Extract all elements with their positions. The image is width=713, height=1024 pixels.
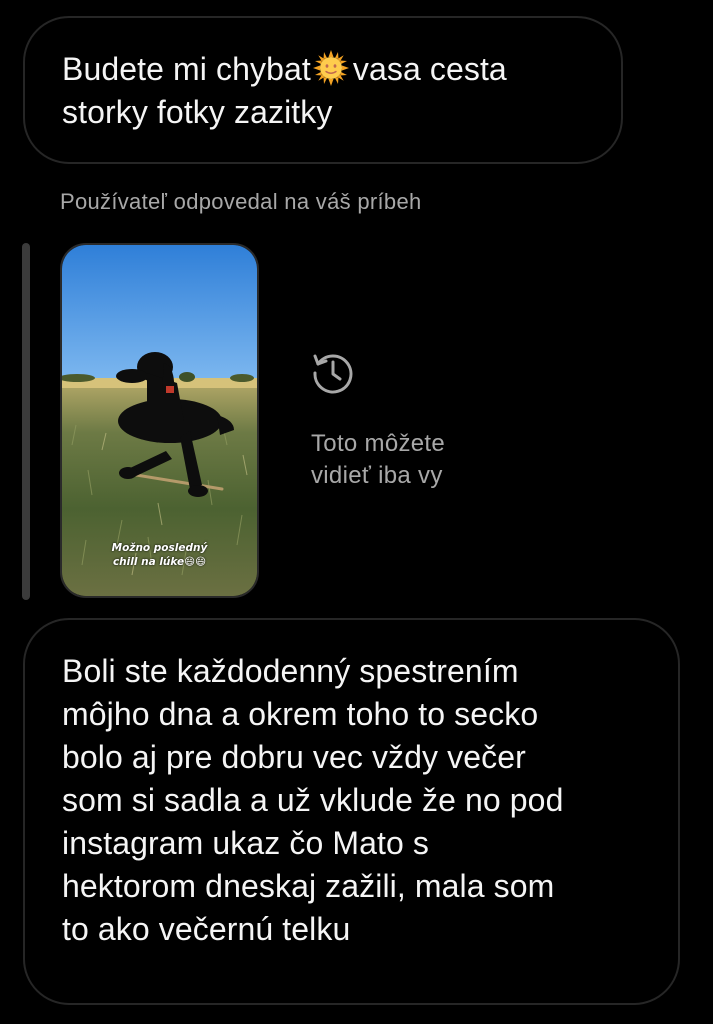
story-reply-caption: Používateľ odpovedal na váš príbeh: [60, 189, 422, 214]
history-icon: [313, 354, 353, 394]
quote-bar: [22, 243, 30, 600]
sun-emoji-icon: [312, 50, 349, 86]
message-bubble[interactable]: Boli ste každodenný spestrením môjho dna…: [23, 618, 680, 1005]
story-sticker-text: Možno posledný chill na lúke😄😄: [111, 542, 208, 568]
private-visibility-note: Toto môžete vidieť iba vy: [311, 430, 446, 489]
message-bubble[interactable]: Budete mi chybat vasa cesta storky fotky…: [23, 16, 623, 164]
message-text: Budete mi chybat vasa cesta storky fotky…: [62, 50, 507, 130]
message-text: Boli ste každodenný spestrením môjho dna…: [62, 653, 564, 947]
story-thumbnail[interactable]: Možno posledný chill na lúke😄😄: [60, 243, 259, 598]
